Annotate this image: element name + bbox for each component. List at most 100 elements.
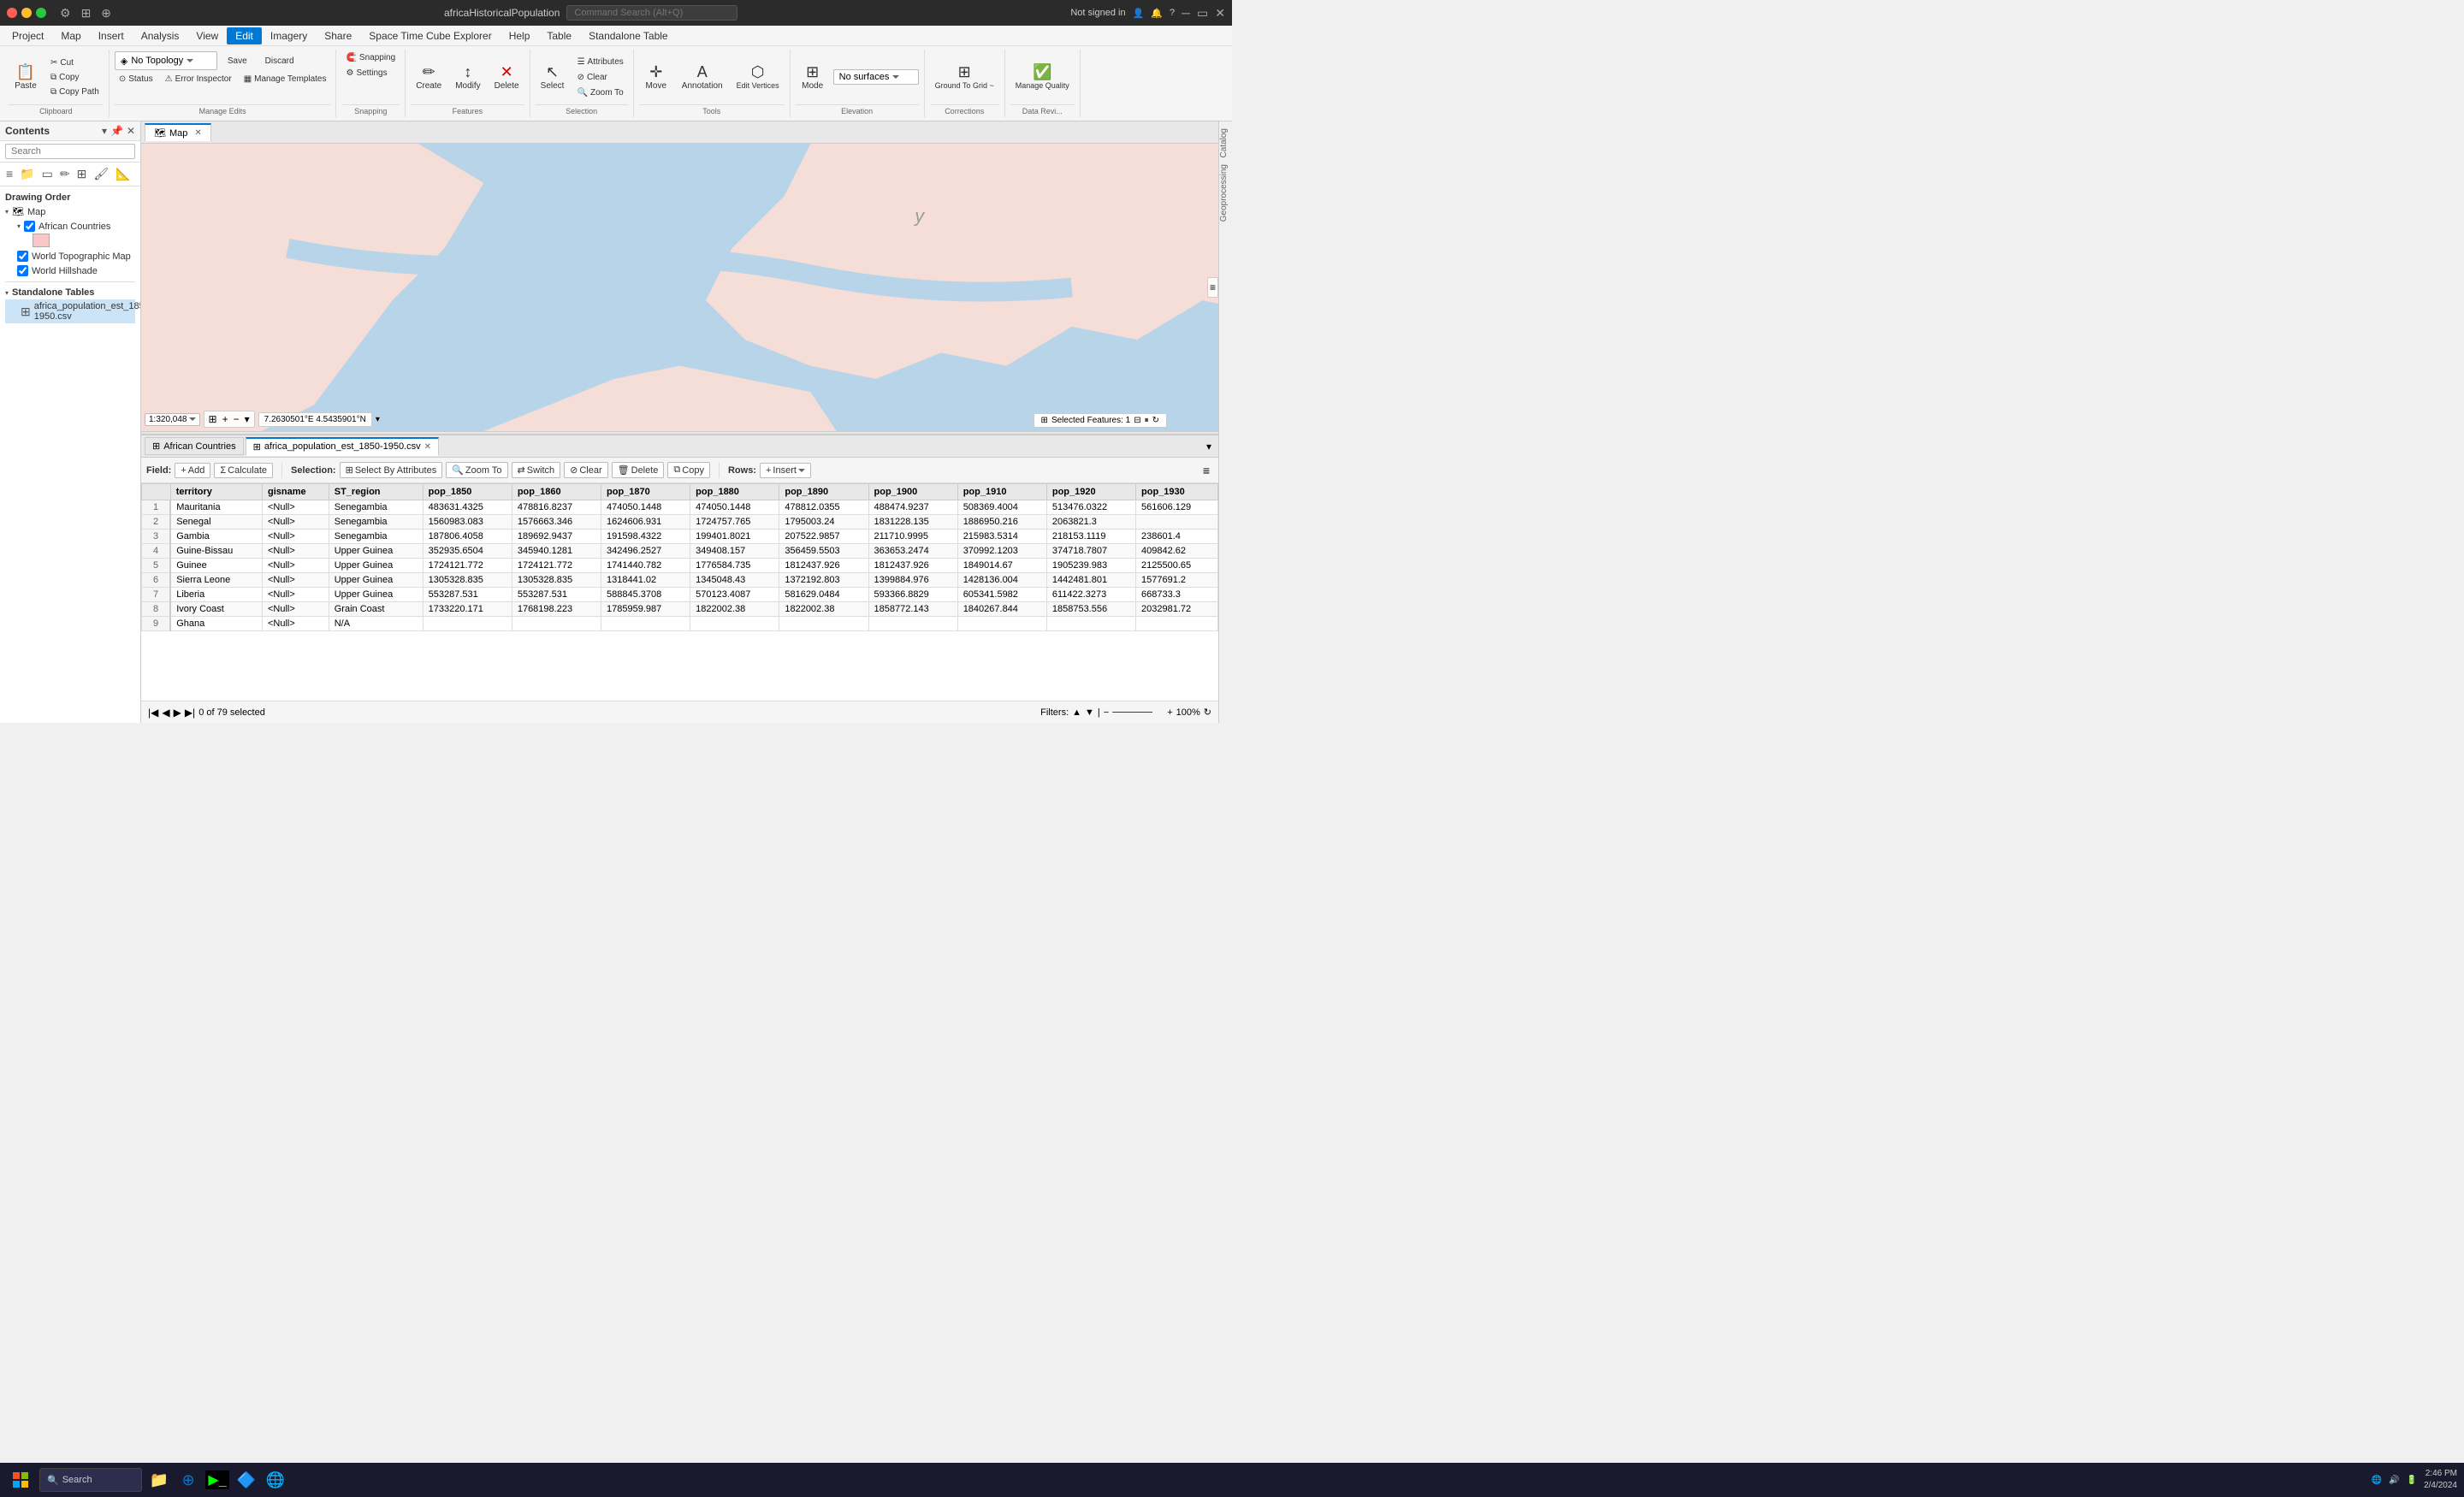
close-btn[interactable] — [7, 8, 17, 18]
taskbar-volume-icon[interactable]: 🔊 — [2389, 1476, 2399, 1485]
col-header-st-region[interactable]: ST_region — [329, 484, 423, 500]
next-row-btn[interactable]: ▶ — [174, 707, 181, 719]
first-row-btn[interactable]: |◀ — [148, 707, 158, 719]
table-row[interactable]: 8Ivory Coast<Null>Grain Coast1733220.171… — [142, 602, 1218, 617]
map-tab-close[interactable]: ✕ — [194, 128, 201, 138]
taskbar-network-icon[interactable]: 🌐 — [2372, 1476, 2382, 1485]
copy-button[interactable]: ⧉ Copy — [46, 71, 104, 84]
african-countries-checkbox[interactable] — [24, 221, 35, 232]
measure-btn[interactable]: 📐 — [113, 165, 133, 183]
selected-filter-icon[interactable]: ⊟ — [1134, 416, 1140, 425]
table-clear-button[interactable]: ⊘ Clear — [564, 462, 608, 478]
minimize-window-btn[interactable]: ─ — [1182, 6, 1190, 20]
selected-pause-icon[interactable]: ⏸ — [1145, 416, 1149, 425]
error-inspector-button[interactable]: ⚠ Error Inspector — [161, 73, 236, 86]
world-topo-checkbox[interactable] — [17, 251, 28, 262]
sidebar-search-input[interactable] — [5, 144, 135, 159]
tab-african-countries[interactable]: ⊞ African Countries — [145, 437, 244, 455]
table-expand-icon[interactable]: ▾ — [1203, 439, 1215, 454]
coord-dropdown-arrow[interactable]: ▾ — [376, 415, 380, 424]
list-view-btn[interactable]: ≡ — [3, 165, 15, 183]
menu-view[interactable]: View — [187, 27, 227, 44]
polygon-tool-btn[interactable]: ▭ — [39, 165, 56, 183]
table-row[interactable]: 5Guinee<Null>Upper Guinea1724121.7721724… — [142, 559, 1218, 573]
col-header-territory[interactable]: territory — [170, 484, 262, 500]
tab-population-csv[interactable]: ⊞ africa_population_est_1850-1950.csv ✕ — [246, 437, 439, 456]
table-menu-icon[interactable]: ≡ — [1199, 462, 1213, 479]
restore-window-btn[interactable]: ▭ — [1197, 6, 1208, 21]
tab-close-icon[interactable]: ✕ — [424, 442, 431, 452]
nav-more[interactable]: ▾ — [243, 412, 252, 426]
map-tab[interactable]: 🗺 Map ✕ — [145, 123, 211, 141]
manage-quality-button[interactable]: ✅ Manage Quality — [1010, 51, 1075, 103]
command-search[interactable] — [566, 5, 737, 21]
table-row[interactable]: 3Gambia<Null>Senegambia187806.4058189692… — [142, 530, 1218, 544]
sidebar-pin-icon[interactable]: 📌 — [110, 125, 123, 137]
annotation-button[interactable]: A Annotation — [677, 51, 728, 103]
help-icon[interactable]: ? — [1170, 8, 1175, 18]
col-header-pop1930[interactable]: pop_1930 — [1136, 484, 1218, 500]
attributes-button[interactable]: ☰ Attributes — [573, 56, 628, 68]
menu-edit[interactable]: Edit — [227, 27, 262, 44]
col-header-pop1850[interactable]: pop_1850 — [423, 484, 512, 500]
standalone-tables-header[interactable]: ▾ Standalone Tables — [5, 286, 135, 299]
select-by-attributes-button[interactable]: ⊞ Select By Attributes — [340, 462, 443, 478]
col-header-pop1880[interactable]: pop_1880 — [690, 484, 779, 500]
table-row[interactable]: 1Mauritania<Null>Senegambia483631.432547… — [142, 500, 1218, 515]
discard-button[interactable]: Discard — [258, 54, 302, 68]
prev-row-btn[interactable]: ◀ — [162, 707, 169, 719]
minimize-btn[interactable] — [21, 8, 32, 18]
scale-dropdown[interactable]: 1:320,048 — [145, 413, 200, 426]
move-button[interactable]: ✛ Move — [639, 51, 673, 103]
nav-zoom-in[interactable]: + — [221, 412, 230, 426]
menu-help[interactable]: Help — [500, 27, 539, 44]
snapping-settings-button[interactable]: ⚙ Settings — [341, 67, 391, 80]
zoom-slider[interactable]: ────── — [1112, 707, 1164, 718]
geoprocessing-label[interactable]: Geoprocessing — [1219, 164, 1232, 222]
menu-insert[interactable]: Insert — [90, 27, 133, 44]
table-zoom-to-button[interactable]: 🔍 Zoom To — [446, 462, 507, 478]
filter-up-btn[interactable]: ▲ — [1072, 707, 1081, 718]
taskbar-app4[interactable]: 🔷 — [234, 1468, 258, 1492]
menu-space-time[interactable]: Space Time Cube Explorer — [360, 27, 500, 44]
col-header-pop1870[interactable]: pop_1870 — [601, 484, 690, 500]
notification-icon[interactable]: 🔔 — [1151, 8, 1163, 19]
menu-imagery[interactable]: Imagery — [262, 27, 316, 44]
paste-button[interactable]: 📋 Paste — [9, 51, 43, 103]
col-header-pop1860[interactable]: pop_1860 — [512, 484, 601, 500]
modify-button[interactable]: ↕ Modify — [450, 51, 485, 103]
switch-button[interactable]: ⇄ Switch — [512, 462, 561, 478]
grid-btn[interactable]: ⊞ — [74, 165, 90, 183]
table-content[interactable]: territory gisname ST_region pop_1850 pop… — [141, 483, 1218, 701]
taskbar-file-explorer[interactable]: 📁 — [147, 1468, 171, 1492]
map-canvas[interactable]: y 1:320,048 ⊞ + − ▾ 7.2630501°E 4.543590… — [141, 144, 1218, 431]
start-button[interactable] — [7, 1466, 34, 1494]
layer-world-hillshade[interactable]: World Hillshade — [17, 263, 135, 278]
filter-down-btn[interactable]: ▼ — [1085, 707, 1094, 718]
selected-refresh-icon[interactable]: ↻ — [1152, 416, 1159, 425]
menu-table[interactable]: Table — [538, 27, 580, 44]
world-hillshade-checkbox[interactable] — [17, 265, 28, 276]
menu-analysis[interactable]: Analysis — [133, 27, 188, 44]
taskbar-terminal[interactable]: ▶_ — [205, 1468, 229, 1492]
taskbar-arcgis[interactable]: ⊕ — [176, 1468, 200, 1492]
sidebar-filter-icon[interactable]: ▾ — [102, 125, 107, 137]
zoom-decrease-btn[interactable]: − — [1104, 707, 1109, 718]
table-row[interactable]: 7Liberia<Null>Upper Guinea553287.5315532… — [142, 588, 1218, 602]
table-delete-button[interactable]: 🗑 Delete — [612, 462, 665, 478]
copy-path-button[interactable]: ⧉ Copy Path — [46, 86, 104, 98]
menu-project[interactable]: Project — [3, 27, 52, 44]
insert-button[interactable]: + Insert — [760, 463, 811, 478]
taskbar-search[interactable]: 🔍 Search — [39, 1468, 142, 1492]
table-row[interactable]: 6Sierra Leone<Null>Upper Guinea1305328.8… — [142, 573, 1218, 588]
layer-world-topo[interactable]: World Topographic Map — [17, 249, 135, 263]
table-row[interactable]: 9Ghana<Null>N/A — [142, 617, 1218, 631]
table-copy-button[interactable]: ⧉ Copy — [667, 462, 710, 478]
table-row[interactable]: 4Guine-Bissau<Null>Upper Guinea352935.65… — [142, 544, 1218, 559]
folder-btn[interactable]: 📁 — [17, 165, 37, 183]
ground-to-grid-button[interactable]: ⊞ Ground To Grid ~ — [930, 51, 999, 103]
topology-dropdown[interactable]: ◈ No Topology — [115, 51, 217, 70]
menu-standalone-table[interactable]: Standalone Table — [580, 27, 677, 44]
zoom-increase-btn[interactable]: + — [1167, 707, 1172, 718]
add-field-button[interactable]: + Add — [175, 463, 210, 478]
